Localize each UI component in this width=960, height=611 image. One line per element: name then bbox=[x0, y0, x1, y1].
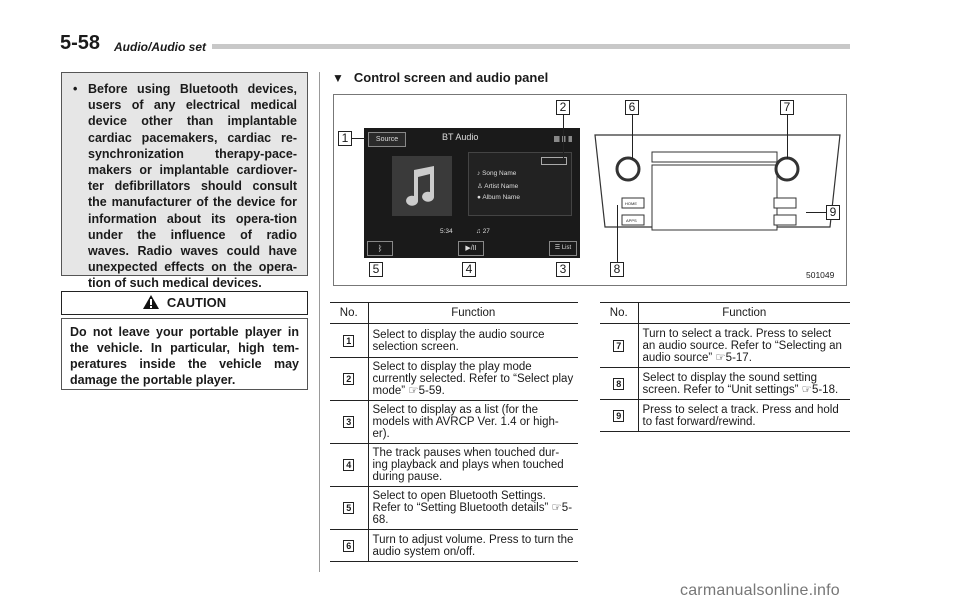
play-pause-button: ▶/II bbox=[458, 241, 484, 256]
bluetooth-button: ᛒ bbox=[367, 241, 393, 256]
header-function: Function bbox=[368, 302, 578, 324]
header-no: No. bbox=[330, 302, 369, 324]
home-button-label: HOME bbox=[625, 201, 637, 206]
table-row: 7 Turn to select a track. Press to select… bbox=[600, 323, 850, 368]
row-function: Select to display the audio source selec… bbox=[368, 323, 578, 358]
triangle-marker-icon: ▼ bbox=[332, 71, 344, 85]
audio-panel-drawing bbox=[594, 134, 841, 231]
leader-line bbox=[632, 115, 633, 159]
callout-8: 8 bbox=[610, 262, 624, 277]
header-no: No. bbox=[600, 302, 639, 324]
row-number: 2 bbox=[343, 373, 355, 385]
header-rule bbox=[114, 44, 850, 49]
album-name: Album Name bbox=[482, 194, 520, 201]
row-function: Turn to adjust volume. Press to turn the… bbox=[368, 529, 578, 562]
section-title: Audio/Audio set bbox=[114, 40, 212, 54]
row-number: 9 bbox=[613, 409, 625, 422]
table-row: 2 Select to display the play mode current… bbox=[330, 357, 578, 401]
artist-name: Artist Name bbox=[484, 183, 519, 190]
row-function: Select to display the play mode currentl… bbox=[368, 357, 578, 401]
callout-5: 5 bbox=[369, 262, 383, 277]
row-function: Turn to select a track. Press to select … bbox=[638, 323, 850, 368]
table-row: 1 Select to display the audio source sele… bbox=[330, 323, 578, 358]
track-number-row: ♫ 27 bbox=[476, 228, 490, 235]
callout-4: 4 bbox=[462, 262, 476, 277]
page-header: 5-58 Audio/Audio set bbox=[60, 30, 850, 60]
list-label: List bbox=[561, 245, 572, 251]
song-name: Song Name bbox=[482, 170, 517, 177]
track-number: 27 bbox=[482, 228, 490, 235]
callout-2: 2 bbox=[556, 100, 570, 115]
bullet: • bbox=[73, 82, 78, 96]
apps-button-label: APPS bbox=[626, 218, 637, 223]
table-row: 4 The track pauses when touched dur-ing p… bbox=[330, 443, 578, 487]
callout-1: 1 bbox=[338, 131, 352, 146]
table-row: 5 Select to open Bluetooth Settings. Refe… bbox=[330, 486, 578, 530]
table-row: 9 Press to select a track. Press and hold… bbox=[600, 399, 850, 432]
list-button: ☰ List bbox=[549, 241, 577, 256]
warning-triangle-icon bbox=[142, 295, 159, 309]
row-number: 7 bbox=[613, 339, 625, 352]
callout-7: 7 bbox=[780, 100, 794, 115]
warning-text: Before using Bluetooth devices, users of… bbox=[88, 82, 297, 291]
row-number: 6 bbox=[343, 539, 355, 552]
track-info-panel: ♪ Song Name ♙ Artist Name ● Album Name bbox=[468, 152, 572, 216]
row-number: 1 bbox=[343, 334, 355, 347]
audio-screen: Source BT Audio ♪ Song Name ♙ Artist Nam… bbox=[364, 128, 580, 258]
caution-header: CAUTION bbox=[61, 291, 308, 315]
row-number: 3 bbox=[343, 416, 355, 428]
row-number: 5 bbox=[343, 502, 355, 514]
table-row: 6 Turn to adjust volume. Press to turn th… bbox=[330, 529, 578, 562]
song-row: ♪ Song Name bbox=[477, 170, 517, 177]
row-number: 8 bbox=[613, 377, 625, 390]
subsection-heading: ▼ Control screen and audio panel bbox=[332, 70, 548, 85]
table-header: No. Function bbox=[330, 302, 578, 324]
row-function: Select to display as a list (for the mod… bbox=[368, 400, 578, 444]
function-table-right: No. Function 7 Turn to select a track. Pr… bbox=[600, 302, 850, 432]
leader-line bbox=[563, 115, 564, 159]
elapsed-time: 5:34 bbox=[440, 228, 453, 235]
table-header: No. Function bbox=[600, 302, 850, 324]
screen-title: BT Audio bbox=[442, 132, 479, 142]
row-function: Press to select a track. Press and hold … bbox=[638, 399, 850, 432]
caution-body: Do not leave your portable player in the… bbox=[61, 318, 308, 390]
table-row: 3 Select to display as a list (for the mo… bbox=[330, 400, 578, 444]
row-function: Select to display the sound setting scre… bbox=[638, 367, 850, 400]
leader-line bbox=[617, 205, 618, 262]
header-function: Function bbox=[638, 302, 850, 324]
source-button: Source bbox=[368, 132, 406, 147]
row-function: Select to open Bluetooth Settings. Refer… bbox=[368, 486, 578, 530]
table-row: 8 Select to display the sound setting scr… bbox=[600, 367, 850, 400]
leader-line bbox=[787, 115, 788, 159]
callout-9: 9 bbox=[826, 205, 840, 220]
leader-line bbox=[806, 212, 826, 213]
caution-title: CAUTION bbox=[166, 295, 227, 310]
callout-6: 6 bbox=[625, 100, 639, 115]
music-note-icon bbox=[406, 166, 435, 206]
column-divider bbox=[319, 72, 320, 572]
watermark: carmanualsonline.info bbox=[680, 582, 840, 599]
page-number: 5-58 bbox=[60, 32, 101, 54]
figure-id: 501049 bbox=[806, 270, 835, 280]
function-table-left: No. Function 1 Select to display the audi… bbox=[330, 302, 578, 562]
row-function: The track pauses when touched dur-ing pl… bbox=[368, 443, 578, 487]
callout-3: 3 bbox=[556, 262, 570, 277]
album-row: ● Album Name bbox=[477, 194, 520, 201]
subsection-title: Control screen and audio panel bbox=[353, 70, 549, 85]
album-art bbox=[392, 156, 452, 216]
artist-row: ♙ Artist Name bbox=[477, 183, 519, 190]
leader-line bbox=[352, 138, 366, 139]
warning-box: • Before using Bluetooth devices, users … bbox=[61, 72, 308, 290]
row-number: 4 bbox=[343, 459, 355, 471]
